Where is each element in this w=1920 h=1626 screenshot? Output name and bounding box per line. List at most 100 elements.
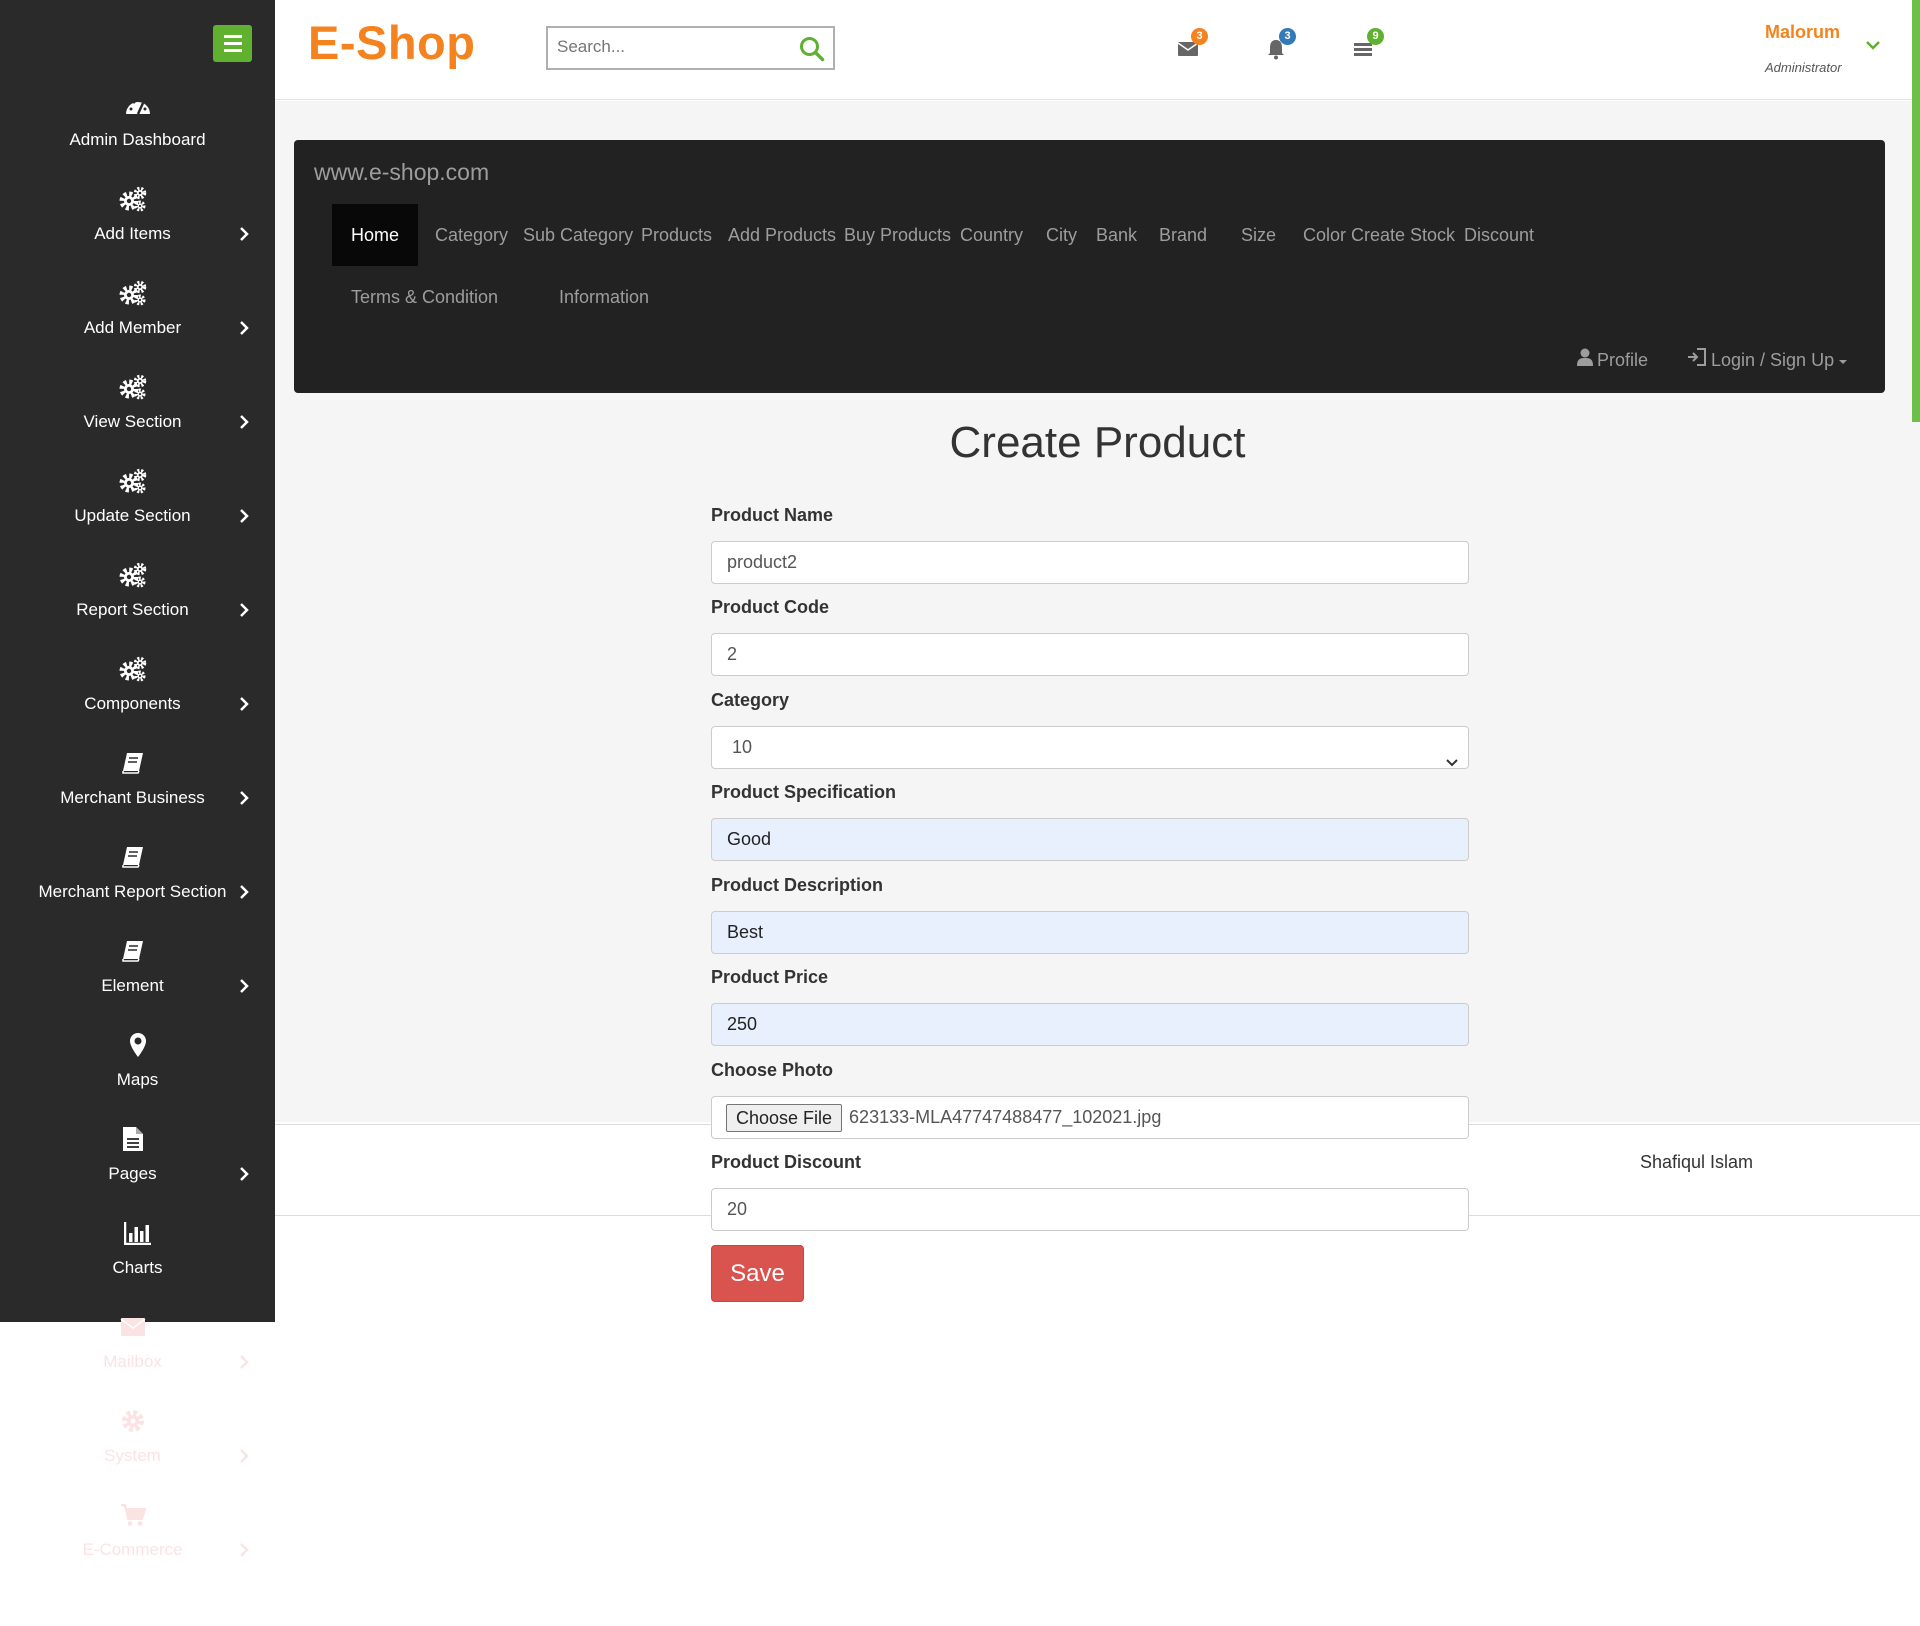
top-header: E-Shop 3 3 9 Malorum Administrator xyxy=(275,0,1920,100)
login-icon xyxy=(1687,340,1707,380)
sidebar-item-pages[interactable]: Pages xyxy=(0,1124,275,1218)
login-signup-dropdown[interactable]: Login / Sign Up xyxy=(1687,340,1848,380)
category-label: Category xyxy=(711,690,790,710)
price-label: Product Price xyxy=(711,967,829,987)
search-input[interactable] xyxy=(548,28,778,66)
sidebar-item-maps[interactable]: Maps xyxy=(0,1030,275,1124)
alerts-notification[interactable]: 3 xyxy=(1265,28,1296,64)
sidebar-item-admin-dashboard[interactable]: Admin Dashboard xyxy=(0,90,275,184)
chevron-right-icon xyxy=(238,602,250,617)
brand-logo[interactable]: E-Shop xyxy=(308,15,475,70)
page-title: Create Product xyxy=(949,418,1246,467)
nav-link-information[interactable]: Information xyxy=(540,266,668,328)
file-icon xyxy=(0,1124,265,1154)
book-icon xyxy=(0,748,265,778)
product-name-input[interactable]: product2 xyxy=(711,541,1469,584)
chevron-down-icon[interactable] xyxy=(1865,38,1881,56)
sidebar-item-update-section[interactable]: Update Section xyxy=(0,466,275,560)
specification-input[interactable]: Good xyxy=(711,818,1469,861)
description-label: Product Description xyxy=(711,875,884,895)
sidebar-item-charts[interactable]: Charts xyxy=(0,1218,275,1312)
gears-icon xyxy=(0,654,265,684)
description-group: Product Description Best xyxy=(711,875,1469,954)
navbar-brand[interactable]: www.e-shop.com xyxy=(314,159,489,186)
menu-toggle-button[interactable] xyxy=(213,25,252,62)
price-input[interactable]: 250 xyxy=(711,1003,1469,1046)
messages-count-badge: 3 xyxy=(1191,28,1208,45)
gears-icon xyxy=(0,560,265,590)
product-code-input[interactable]: 2 xyxy=(711,633,1469,676)
category-selected-value: 10 xyxy=(732,737,753,757)
site-navbar: www.e-shop.com Home Category Sub Category P… xyxy=(294,140,1885,393)
description-input[interactable]: Best xyxy=(711,911,1469,954)
sidebar-item-label: Pages xyxy=(108,1164,157,1183)
sidebar-item-label: Charts xyxy=(112,1258,163,1277)
scrollbar-accent[interactable] xyxy=(1912,0,1920,422)
gears-icon xyxy=(0,466,265,496)
nav-link-brand[interactable]: Brand xyxy=(1140,204,1226,266)
sidebar-item-label: Components xyxy=(84,694,181,713)
sidebar-item-label: Update Section xyxy=(74,506,191,525)
profile-label: Profile xyxy=(1597,350,1649,370)
sidebar-item-mailbox[interactable]: Mailbox xyxy=(0,1312,275,1406)
product-name-label: Product Name xyxy=(711,505,834,525)
book-icon xyxy=(0,936,265,966)
nav-link-discount[interactable]: Discount xyxy=(1445,204,1553,266)
profile-link[interactable]: Profile xyxy=(1577,340,1648,380)
sidebar-item-add-items[interactable]: Add Items xyxy=(0,184,275,278)
caret-down-icon xyxy=(1838,340,1848,380)
specification-label: Product Specification xyxy=(711,782,897,802)
tasks-count-badge: 9 xyxy=(1367,28,1384,45)
user-name[interactable]: Malorum xyxy=(1765,22,1840,43)
search-icon[interactable] xyxy=(799,36,825,67)
sidebar-item-report-section[interactable]: Report Section xyxy=(0,560,275,654)
sidebar-item-label: View Section xyxy=(83,412,182,431)
sidebar-item-label: Element xyxy=(101,976,164,995)
product-name-group: Product Name product2 xyxy=(711,505,1469,584)
gears-icon xyxy=(0,184,265,214)
book-icon xyxy=(0,842,265,872)
alerts-count-badge: 3 xyxy=(1279,28,1296,45)
tasks-notification[interactable]: 9 xyxy=(1353,28,1384,62)
photo-group: Choose Photo Choose File 623133-MLA47747… xyxy=(711,1060,1469,1139)
category-select[interactable]: 10 xyxy=(711,726,1469,769)
sidebar-item-merchant-business[interactable]: Merchant Business xyxy=(0,748,275,842)
specification-group: Product Specification Good xyxy=(711,782,1469,861)
nav-link-home[interactable]: Home xyxy=(332,204,419,266)
sidebar-item-element[interactable]: Element xyxy=(0,936,275,1030)
login-label: Login / Sign Up xyxy=(1711,350,1835,370)
chevron-right-icon xyxy=(238,790,250,805)
chevron-right-icon xyxy=(238,414,250,429)
gear-icon xyxy=(0,1406,265,1436)
sidebar-item-e-commerce[interactable]: E-Commerce xyxy=(0,1500,275,1594)
sidebar-item-system[interactable]: System xyxy=(0,1406,275,1500)
sidebar-item-view-section[interactable]: View Section xyxy=(0,372,275,466)
map-marker-icon xyxy=(0,1030,275,1060)
sidebar-item-label: E-Commerce xyxy=(82,1540,183,1559)
sidebar-item-label: Admin Dashboard xyxy=(69,130,206,149)
chevron-right-icon xyxy=(238,1354,250,1369)
choose-file-button[interactable]: Choose File xyxy=(726,1103,843,1132)
sidebar-item-components[interactable]: Components xyxy=(0,654,275,748)
sidebar-item-merchant-report-section[interactable]: Merchant Report Section xyxy=(0,842,275,936)
sidebar-item-label: Merchant Business xyxy=(60,788,205,807)
chosen-filename: 623133-MLA47747488477_102021.jpg xyxy=(849,1107,1162,1127)
sidebar-item-label: Mailbox xyxy=(103,1352,162,1371)
sidebar-item-add-member[interactable]: Add Member xyxy=(0,278,275,372)
sidebar-item-label: System xyxy=(104,1446,161,1465)
discount-input[interactable]: 20 xyxy=(711,1188,1469,1231)
sidebar: Admin Dashboard Add Items Add Member View S… xyxy=(0,0,275,1322)
nav-link-terms-condition[interactable]: Terms & Condition xyxy=(332,266,517,328)
sidebar-item-label: Report Section xyxy=(76,600,189,619)
chevron-right-icon xyxy=(238,508,250,523)
photo-label: Choose Photo xyxy=(711,1060,833,1080)
chevron-right-icon xyxy=(238,320,250,335)
messages-notification[interactable]: 3 xyxy=(1177,28,1208,62)
product-code-group: Product Code 2 xyxy=(711,597,1469,676)
chevron-right-icon xyxy=(238,978,250,993)
chevron-right-icon xyxy=(238,696,250,711)
category-group: Category 10 xyxy=(711,690,1469,769)
dashboard-icon xyxy=(0,90,275,120)
save-button[interactable]: Save xyxy=(711,1245,804,1302)
bell-icon xyxy=(1265,40,1287,64)
